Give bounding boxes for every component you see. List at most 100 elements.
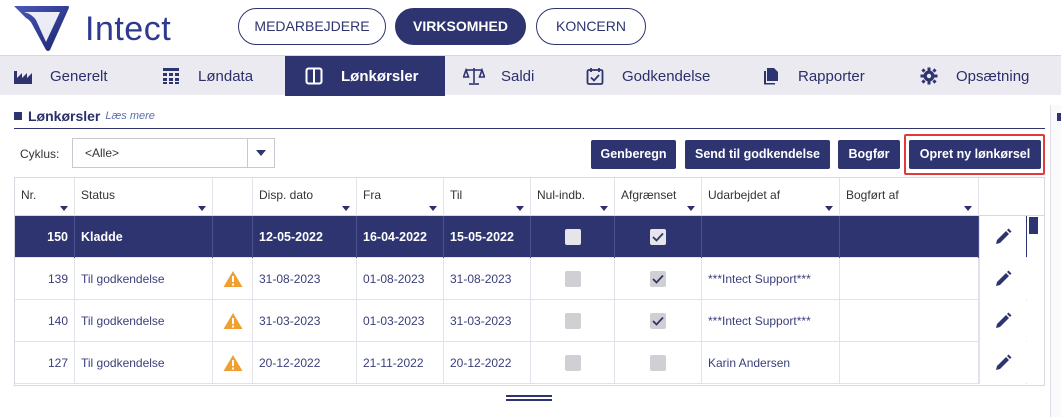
warning-icon bbox=[223, 313, 242, 329]
intect-logo[interactable]: Intect bbox=[10, 4, 190, 52]
cell-posted-by bbox=[840, 342, 979, 384]
nav-item-godkendelse[interactable]: Godkendelse bbox=[584, 56, 734, 96]
cell-zero-payment bbox=[531, 342, 615, 384]
pencil-icon bbox=[996, 270, 1012, 286]
cell-warning bbox=[213, 300, 253, 342]
table-row[interactable]: 150 Kladde 12-05-2022 16-04-2022 15-05-2… bbox=[15, 216, 1027, 258]
checkbox-checked[interactable] bbox=[650, 271, 666, 287]
column-header-posted-by[interactable]: Bogført af bbox=[840, 178, 979, 216]
scales-icon bbox=[463, 66, 485, 86]
column-header-zero-payment[interactable]: Nul-indb. bbox=[531, 178, 615, 216]
filter-icon[interactable] bbox=[516, 206, 524, 211]
cell-nr: 127 bbox=[15, 342, 75, 384]
column-header-disp-date[interactable]: Disp. dato bbox=[253, 178, 357, 216]
section-divider bbox=[14, 128, 1045, 129]
column-header-nr[interactable]: Nr. bbox=[15, 178, 75, 216]
documents-icon bbox=[760, 66, 782, 86]
cell-to: 31-03-2023 bbox=[444, 300, 531, 342]
checkbox-unchecked[interactable] bbox=[564, 355, 581, 371]
nav-label: Rapporter bbox=[798, 67, 865, 85]
nav-item-generelt[interactable]: Generelt bbox=[12, 56, 152, 96]
filter-icon[interactable] bbox=[60, 206, 68, 211]
filter-icon[interactable] bbox=[600, 206, 608, 211]
edit-button[interactable] bbox=[979, 300, 1026, 342]
recalculate-button[interactable]: Genberegn bbox=[591, 140, 676, 169]
send-for-approval-button[interactable]: Send til godkendelse bbox=[685, 140, 830, 169]
cell-disp-date: 31-03-2023 bbox=[253, 300, 357, 342]
side-panel-marker-icon bbox=[1057, 113, 1061, 121]
table-row[interactable]: 139 Til godkendelse 31-08-2023 01-08-202… bbox=[15, 258, 1027, 300]
tab-koncern[interactable]: KONCERN bbox=[536, 8, 646, 45]
table-scrollbar[interactable] bbox=[1027, 216, 1044, 385]
cell-limited bbox=[615, 300, 702, 342]
cell-prepared-by: ***Intect Support*** bbox=[702, 258, 840, 300]
filter-icon[interactable] bbox=[198, 206, 206, 211]
column-header-limited[interactable]: Afgrænset bbox=[615, 178, 702, 216]
cell-disp-date: 31-08-2023 bbox=[253, 258, 357, 300]
column-header-to[interactable]: Til bbox=[444, 178, 531, 216]
nav-item-opsaetning[interactable]: Opsætning bbox=[918, 56, 1061, 96]
cell-disp-date: 12-05-2022 bbox=[253, 216, 357, 258]
cell-warning bbox=[213, 342, 253, 384]
nav-item-rapporter[interactable]: Rapporter bbox=[760, 56, 890, 96]
table-row[interactable]: 127 Til godkendelse 20-12-2022 21-11-202… bbox=[15, 342, 1027, 384]
nav-label: Løndata bbox=[198, 67, 254, 85]
filter-icon[interactable] bbox=[342, 206, 350, 211]
cell-nr: 139 bbox=[15, 258, 75, 300]
column-header-actions bbox=[979, 178, 1044, 216]
table-row[interactable]: 140 Til godkendelse 31-03-2023 01-03-202… bbox=[15, 300, 1027, 342]
cell-from: 01-08-2023 bbox=[357, 258, 444, 300]
checkbox-unchecked[interactable] bbox=[650, 355, 666, 371]
nav-label: Godkendelse bbox=[622, 67, 711, 85]
edit-button[interactable] bbox=[979, 258, 1026, 300]
cell-warning bbox=[213, 258, 253, 300]
checkbox-unchecked[interactable] bbox=[564, 313, 581, 329]
read-more-link[interactable]: Læs mere bbox=[105, 110, 155, 122]
cell-disp-date: 20-12-2022 bbox=[253, 342, 357, 384]
cell-prepared-by: ***Intect Support*** bbox=[702, 300, 840, 342]
nav-item-saldi[interactable]: Saldi bbox=[463, 56, 573, 96]
cell-zero-payment bbox=[531, 300, 615, 342]
filter-icon[interactable] bbox=[429, 206, 437, 211]
cycle-select[interactable]: <Alle> bbox=[72, 138, 275, 168]
panel-resize-handle[interactable] bbox=[506, 395, 552, 401]
filter-icon[interactable] bbox=[825, 206, 833, 211]
checkbox-checked[interactable] bbox=[650, 229, 666, 245]
tab-virksomhed[interactable]: VIRKSOMHED bbox=[395, 8, 526, 45]
logo-mark-icon bbox=[14, 6, 69, 51]
column-header-prepared-by[interactable]: Udarbejdet af bbox=[702, 178, 840, 216]
table-scrollbar-thumb[interactable] bbox=[1029, 217, 1038, 234]
checkbox-unchecked[interactable] bbox=[564, 271, 581, 287]
section-title-text: Lønkørsler bbox=[28, 108, 101, 124]
section-marker-icon bbox=[14, 112, 22, 120]
chevron-down-icon[interactable] bbox=[247, 139, 274, 167]
cell-status: Til godkendelse bbox=[75, 258, 213, 300]
checkbox-checked[interactable] bbox=[650, 313, 666, 329]
module-nav: Generelt Løndata Lønkørsler Saldi Godken… bbox=[0, 55, 1061, 96]
cell-posted-by bbox=[840, 258, 979, 300]
checkbox-unchecked[interactable] bbox=[564, 229, 581, 245]
checkmark-icon bbox=[652, 232, 664, 242]
column-header-from[interactable]: Fra bbox=[357, 178, 444, 216]
checkmark-icon bbox=[652, 316, 664, 326]
cell-to: 15-05-2022 bbox=[444, 216, 531, 258]
cell-to: 20-12-2022 bbox=[444, 342, 531, 384]
nav-item-londata[interactable]: Løndata bbox=[160, 56, 285, 96]
warning-icon bbox=[223, 271, 242, 287]
cell-to: 31-08-2023 bbox=[444, 258, 531, 300]
cell-prepared-by: Karin Andersen bbox=[702, 342, 840, 384]
post-button[interactable]: Bogfør bbox=[838, 140, 900, 169]
cell-limited bbox=[615, 258, 702, 300]
column-header-status[interactable]: Status bbox=[75, 178, 213, 216]
cell-warning bbox=[213, 216, 253, 258]
edit-button[interactable] bbox=[979, 216, 1026, 258]
cell-status: Kladde bbox=[75, 216, 213, 258]
pencil-icon bbox=[996, 228, 1012, 244]
cell-zero-payment bbox=[531, 216, 615, 258]
grid-table-icon bbox=[160, 66, 182, 86]
tab-medarbejdere[interactable]: MEDARBEJDERE bbox=[238, 8, 386, 45]
edit-button[interactable] bbox=[979, 342, 1026, 384]
nav-item-lonkorsler[interactable]: Lønkørsler bbox=[285, 56, 445, 96]
filter-icon[interactable] bbox=[687, 206, 695, 211]
filter-icon[interactable] bbox=[964, 206, 972, 211]
